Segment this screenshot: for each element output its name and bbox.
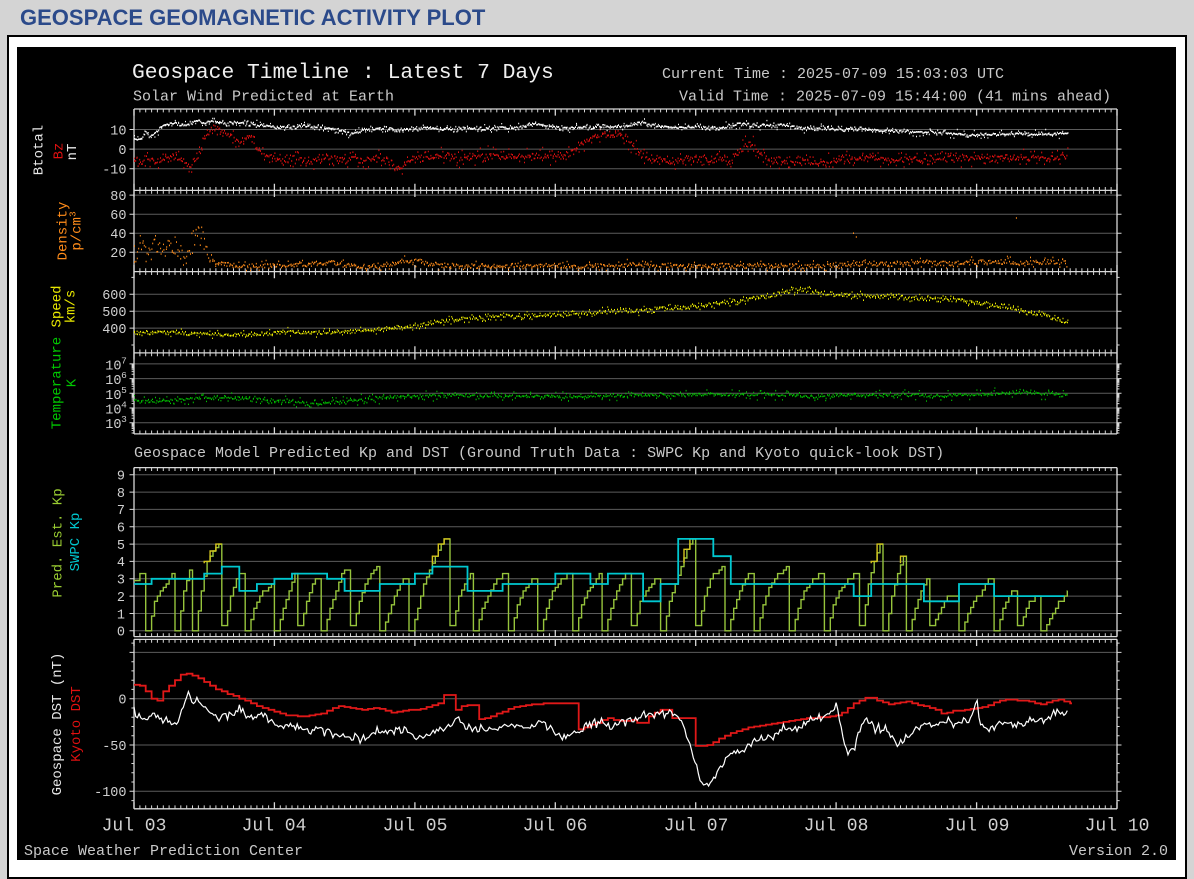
svg-text:4: 4 [117, 556, 125, 571]
svg-text:-10: -10 [102, 164, 126, 179]
svg-text:Temperature: Temperature [50, 337, 66, 429]
svg-text:Jul 08: Jul 08 [804, 817, 869, 837]
svg-text:Space Weather Prediction Cente: Space Weather Prediction Center [24, 843, 303, 860]
svg-text:7: 7 [117, 504, 125, 519]
svg-text:0: 0 [118, 144, 126, 159]
svg-text:-100: -100 [94, 786, 126, 801]
svg-text:Jul 04: Jul 04 [242, 817, 307, 837]
svg-text:10: 10 [110, 124, 126, 139]
svg-text:Kyoto DST: Kyoto DST [69, 686, 85, 762]
svg-text:nT: nT [65, 144, 81, 161]
svg-text:K: K [65, 378, 81, 387]
svg-text:5: 5 [121, 385, 127, 396]
svg-text:Geospace Model Predicted Kp an: Geospace Model Predicted Kp and DST (Gro… [134, 445, 944, 462]
svg-text:0: 0 [117, 626, 125, 641]
svg-text:SWPC Kp: SWPC Kp [68, 513, 84, 572]
svg-text:Jul 05: Jul 05 [383, 817, 448, 837]
svg-text:3: 3 [117, 574, 125, 589]
svg-text:10: 10 [105, 418, 121, 433]
svg-text:400: 400 [102, 323, 126, 338]
svg-text:Pred. Est. Kp: Pred. Est. Kp [51, 488, 67, 597]
svg-text:1: 1 [117, 608, 125, 623]
svg-text:Version 2.0: Version 2.0 [1069, 843, 1168, 860]
svg-text:10: 10 [105, 404, 121, 419]
svg-text:20: 20 [110, 247, 126, 262]
svg-text:10: 10 [105, 374, 121, 389]
svg-text:10: 10 [105, 389, 121, 404]
svg-text:4: 4 [121, 400, 127, 411]
svg-text:5: 5 [117, 539, 125, 554]
svg-text:Jul 06: Jul 06 [523, 817, 588, 837]
svg-text:9: 9 [117, 470, 125, 485]
svg-text:500: 500 [102, 306, 126, 321]
svg-text:40: 40 [110, 228, 126, 243]
svg-text:80: 80 [110, 190, 126, 205]
svg-text:Valid Time : 2025-07-09 15:44:: Valid Time : 2025-07-09 15:44:00 (41 min… [679, 89, 1111, 106]
svg-text:8: 8 [117, 487, 125, 502]
svg-text:Jul 10: Jul 10 [1085, 817, 1150, 837]
svg-text:600: 600 [102, 289, 126, 304]
svg-text:-50: -50 [102, 740, 126, 755]
svg-text:10: 10 [105, 359, 121, 374]
svg-text:Geospace DST (nT): Geospace DST (nT) [50, 653, 66, 796]
svg-text:3: 3 [121, 414, 127, 425]
svg-text:0: 0 [118, 694, 126, 709]
svg-text:Solar Wind Predicted at Earth: Solar Wind Predicted at Earth [133, 89, 394, 106]
svg-text:2: 2 [117, 591, 125, 606]
svg-text:Jul 03: Jul 03 [102, 817, 167, 837]
svg-text:7: 7 [121, 355, 127, 366]
svg-text:6: 6 [117, 522, 125, 537]
svg-text:Jul 09: Jul 09 [945, 817, 1010, 837]
svg-text:km/s: km/s [64, 290, 80, 324]
svg-text:Btotal: Btotal [32, 125, 48, 175]
svg-text:Geospace Timeline : Latest 7 D: Geospace Timeline : Latest 7 Days [132, 61, 554, 85]
svg-text:60: 60 [110, 209, 126, 224]
svg-text:Current Time : 2025-07-09 15:0: Current Time : 2025-07-09 15:03:03 UTC [662, 66, 1004, 83]
svg-text:Jul 07: Jul 07 [664, 817, 729, 837]
svg-text:6: 6 [121, 370, 127, 381]
